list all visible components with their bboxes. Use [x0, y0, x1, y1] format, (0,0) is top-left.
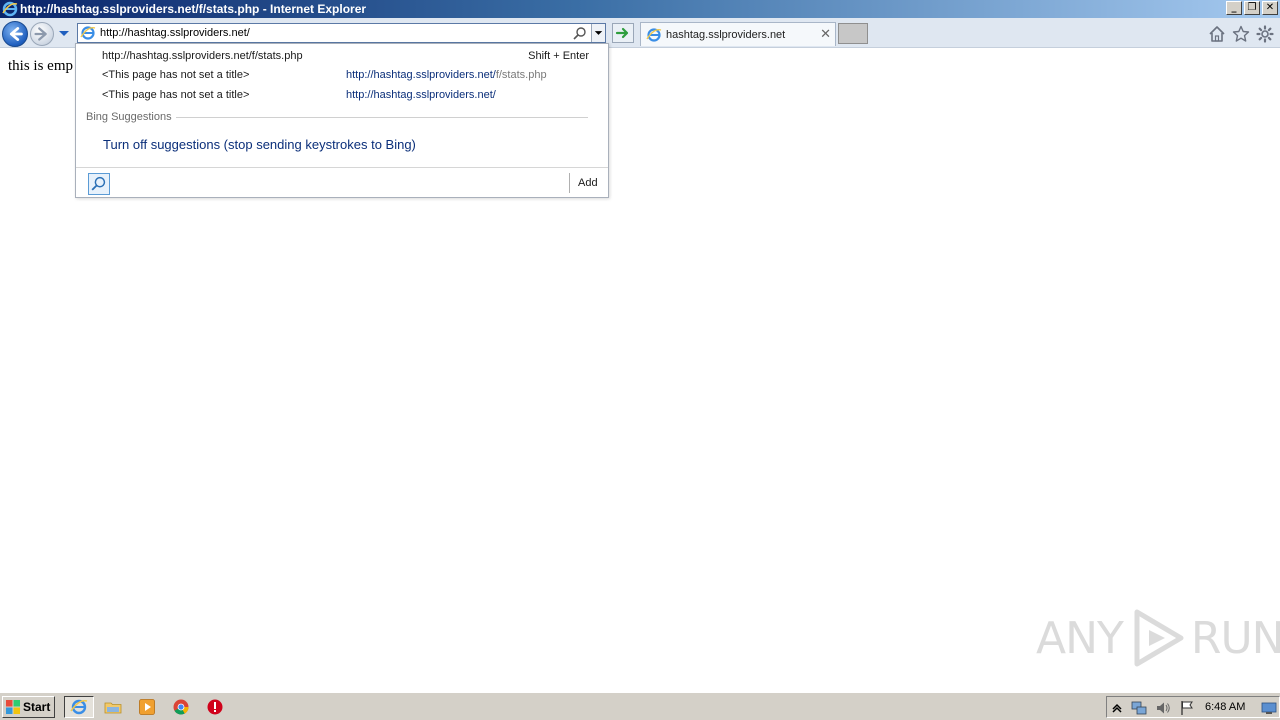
- show-hidden-icons-icon[interactable]: [1109, 700, 1125, 716]
- back-arrow-icon: [9, 27, 23, 41]
- media-player-icon: [139, 699, 155, 715]
- gear-icon[interactable]: [1256, 25, 1274, 43]
- address-input[interactable]: [100, 25, 570, 41]
- back-button[interactable]: [2, 21, 28, 47]
- suggestion-url: http://hashtag.sslproviders.net/f/stats.…: [102, 50, 303, 62]
- history-url-main: http://hashtag.sslproviders.net/: [346, 89, 496, 101]
- play-triangle-icon: [1134, 609, 1184, 667]
- watermark-right-text: RUN: [1190, 612, 1280, 664]
- section-divider: [175, 116, 588, 118]
- star-icon[interactable]: [1232, 25, 1250, 43]
- chrome-icon: [173, 699, 189, 715]
- minimize-button[interactable]: _: [1226, 1, 1242, 15]
- taskbar-file-explorer[interactable]: [98, 696, 128, 718]
- history-url: http://hashtag.sslproviders.net/f/stats.…: [346, 69, 547, 81]
- chevron-down-icon: [594, 31, 603, 35]
- address-suggestions-dropdown: http://hashtag.sslproviders.net/f/stats.…: [75, 43, 609, 198]
- watermark-left-text: ANY: [1036, 612, 1124, 664]
- new-tab-button[interactable]: [838, 23, 868, 44]
- tab-ie-icon: [646, 27, 662, 42]
- tab-current[interactable]: hashtag.sslproviders.net ✕: [640, 22, 836, 46]
- bing-suggestions-header: Bing Suggestions: [86, 110, 588, 124]
- shortcut-hint: Shift + Enter: [528, 50, 589, 62]
- address-bar[interactable]: [77, 23, 606, 43]
- turn-off-suggestions-link[interactable]: Turn off suggestions (stop sending keyst…: [103, 137, 416, 152]
- go-arrow-icon: [615, 27, 629, 39]
- home-icon[interactable]: [1208, 25, 1226, 43]
- site-ie-icon: [80, 26, 96, 40]
- network-icon[interactable]: [1131, 700, 1147, 716]
- windows-logo-icon: [6, 700, 20, 714]
- taskbar: Start 6:48 AM: [0, 692, 1280, 720]
- anyrun-watermark: ANY RUN: [1036, 606, 1280, 670]
- history-url-main: http://hashtag.sslproviders.net/: [346, 69, 496, 81]
- stop-sign-icon: [207, 699, 223, 715]
- search-icon[interactable]: [573, 26, 587, 40]
- taskbar-internet-explorer[interactable]: [64, 696, 94, 718]
- tab-close-icon[interactable]: ✕: [820, 27, 831, 41]
- screen: http://hashtag.sslproviders.net/f/stats.…: [0, 0, 1280, 720]
- system-tray: 6:48 AM: [1106, 696, 1280, 718]
- window-title: http://hashtag.sslproviders.net/f/stats.…: [20, 2, 367, 16]
- add-search-provider-button[interactable]: Add: [578, 177, 598, 189]
- history-item[interactable]: <This page has not set a title> http://h…: [76, 85, 608, 105]
- clock[interactable]: 6:48 AM: [1205, 701, 1245, 713]
- ie-icon: [70, 699, 88, 715]
- forward-button[interactable]: [30, 22, 54, 46]
- section-label: Bing Suggestions: [86, 111, 172, 123]
- search-provider-button[interactable]: [88, 173, 110, 195]
- history-url-dim: f/stats.php: [495, 69, 547, 81]
- page-body-text: this is emp: [8, 58, 74, 74]
- history-url: http://hashtag.sslproviders.net/: [346, 89, 496, 101]
- taskbar-chrome[interactable]: [166, 696, 196, 718]
- taskbar-stop-app[interactable]: [200, 696, 230, 718]
- history-title: <This page has not set a title>: [102, 69, 250, 81]
- tab-label: hashtag.sslproviders.net: [666, 28, 786, 41]
- show-desktop-icon[interactable]: [1261, 700, 1277, 716]
- window-controls: _ ❐ ✕: [1226, 1, 1278, 15]
- taskbar-media-player[interactable]: [132, 696, 162, 718]
- restore-button[interactable]: ❐: [1244, 1, 1260, 15]
- suggestion-top-row[interactable]: http://hashtag.sslproviders.net/f/stats.…: [76, 46, 608, 66]
- start-button[interactable]: Start: [2, 696, 55, 718]
- go-button[interactable]: [612, 23, 634, 43]
- forward-arrow-icon: [34, 27, 47, 41]
- magnifier-icon: [91, 176, 106, 191]
- title-bar: http://hashtag.sslproviders.net/f/stats.…: [0, 0, 1280, 18]
- close-button[interactable]: ✕: [1262, 1, 1278, 15]
- dropdown-footer: Add: [76, 167, 608, 197]
- ie-logo-icon: [2, 1, 18, 17]
- start-label: Start: [23, 700, 51, 714]
- folder-icon: [104, 702, 122, 714]
- volume-icon[interactable]: [1155, 700, 1171, 716]
- address-dropdown-button[interactable]: [591, 24, 605, 42]
- history-title: <This page has not set a title>: [102, 89, 250, 101]
- toolbar-icons: [1208, 25, 1274, 43]
- history-item[interactable]: <This page has not set a title> http://h…: [76, 65, 608, 85]
- action-center-flag-icon[interactable]: [1179, 700, 1195, 716]
- footer-separator: [569, 173, 570, 193]
- recent-pages-dropdown-icon[interactable]: [58, 30, 70, 38]
